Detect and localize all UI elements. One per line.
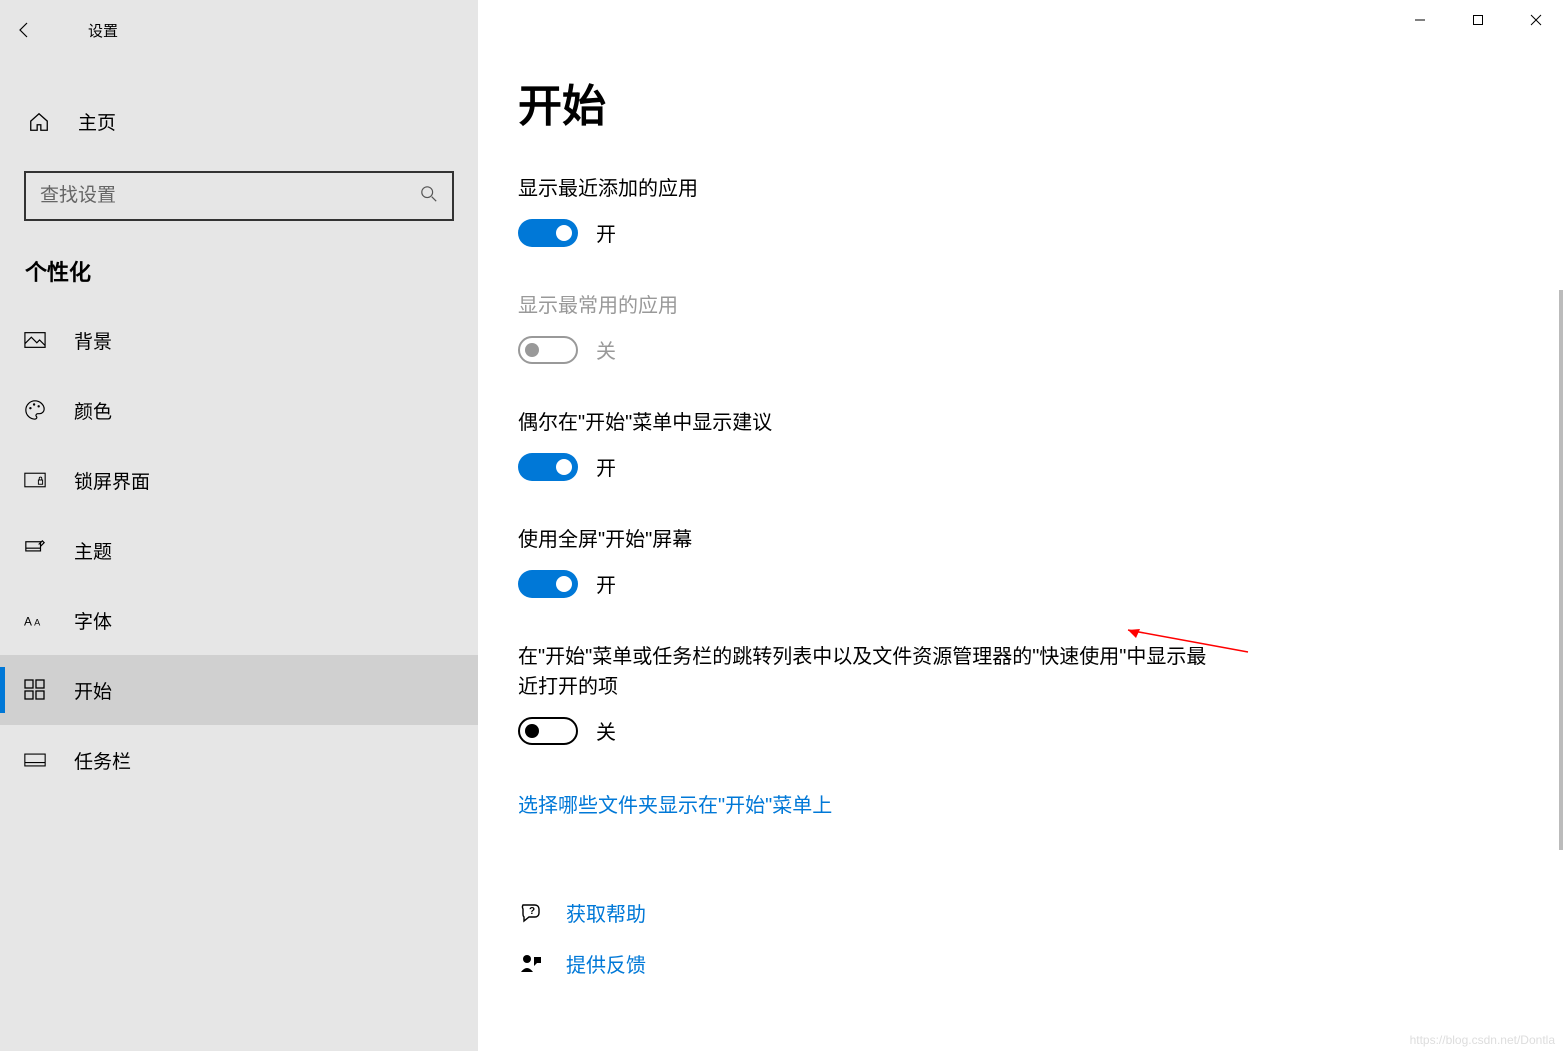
toggle-state-text: 关: [596, 716, 616, 745]
font-icon: AA: [24, 611, 46, 629]
toggle-recent-apps[interactable]: [518, 219, 578, 247]
sidebar-item-start[interactable]: 开始: [0, 655, 478, 725]
sidebar-item-label: 锁屏界面: [74, 467, 150, 494]
setting-recent-apps: 显示最近添加的应用 开: [518, 174, 1218, 247]
setting-label: 显示最常用的应用: [518, 291, 1218, 321]
setting-label: 使用全屏"开始"屏幕: [518, 525, 1218, 555]
maximize-button[interactable]: [1449, 0, 1507, 40]
toggle-state-text: 开: [596, 452, 616, 481]
sidebar-item-label: 开始: [74, 677, 112, 704]
home-icon: [28, 111, 50, 133]
setting-label: 偶尔在"开始"菜单中显示建议: [518, 408, 1218, 438]
toggle-state-text: 开: [596, 569, 616, 598]
svg-text:A: A: [34, 618, 41, 628]
search-box[interactable]: [24, 171, 454, 221]
sidebar-item-fonts[interactable]: AA 字体: [0, 585, 478, 655]
help-icon: ?: [518, 901, 544, 925]
picture-icon: [24, 331, 46, 349]
get-help-row[interactable]: ? 获取帮助: [518, 898, 1525, 927]
sidebar-item-taskbar[interactable]: 任务栏: [0, 725, 478, 795]
help-section: ? 获取帮助 提供反馈: [518, 898, 1525, 978]
svg-text:A: A: [24, 615, 32, 629]
section-header: 个性化: [0, 245, 478, 305]
scrollbar[interactable]: [1559, 290, 1563, 850]
nav-home-label: 主页: [78, 108, 116, 135]
search-input[interactable]: [40, 185, 420, 207]
toggle-most-used: [518, 336, 578, 364]
lockscreen-icon: [24, 471, 46, 489]
close-button[interactable]: [1507, 0, 1565, 40]
start-icon: [24, 679, 46, 701]
sidebar-item-colors[interactable]: 颜色: [0, 375, 478, 445]
taskbar-icon: [24, 752, 46, 768]
toggle-state-text: 开: [596, 218, 616, 247]
setting-label: 在"开始"菜单或任务栏的跳转列表中以及文件资源管理器的"快速使用"中显示最近打开…: [518, 642, 1218, 702]
toggle-recent-items[interactable]: [518, 717, 578, 745]
sidebar-item-label: 颜色: [74, 397, 112, 424]
sidebar-item-label: 主题: [74, 537, 112, 564]
setting-suggestions: 偶尔在"开始"菜单中显示建议 开: [518, 408, 1218, 481]
nav-home[interactable]: 主页: [0, 90, 478, 153]
brush-icon: [24, 539, 46, 561]
toggle-fullscreen[interactable]: [518, 570, 578, 598]
sidebar-item-label: 背景: [74, 327, 112, 354]
folders-link[interactable]: 选择哪些文件夹显示在"开始"菜单上: [518, 789, 1525, 818]
toggle-state-text: 关: [596, 335, 616, 364]
feedback-label: 提供反馈: [566, 949, 646, 978]
palette-icon: [24, 399, 46, 421]
search-icon: [420, 185, 438, 208]
sidebar-item-lockscreen[interactable]: 锁屏界面: [0, 445, 478, 515]
sidebar-item-themes[interactable]: 主题: [0, 515, 478, 585]
window-title: 设置: [88, 20, 118, 41]
setting-fullscreen: 使用全屏"开始"屏幕 开: [518, 525, 1218, 598]
setting-label: 显示最近添加的应用: [518, 174, 1218, 204]
watermark: https://blog.csdn.net/Dontla: [1410, 1033, 1555, 1047]
toggle-suggestions[interactable]: [518, 453, 578, 481]
svg-text:?: ?: [529, 906, 535, 917]
sidebar-item-label: 任务栏: [74, 747, 131, 774]
back-button[interactable]: [0, 20, 50, 40]
feedback-row[interactable]: 提供反馈: [518, 949, 1525, 978]
minimize-button[interactable]: [1391, 0, 1449, 40]
sidebar: 设置 主页 个性化 背景 颜色 锁屏界面 主题: [0, 0, 478, 1051]
get-help-label: 获取帮助: [566, 898, 646, 927]
setting-most-used: 显示最常用的应用 关: [518, 291, 1218, 364]
sidebar-item-label: 字体: [74, 607, 112, 634]
page-title: 开始: [518, 70, 1525, 134]
window-controls: [1391, 0, 1565, 40]
titlebar: 设置: [0, 10, 478, 50]
setting-recent-items: 在"开始"菜单或任务栏的跳转列表中以及文件资源管理器的"快速使用"中显示最近打开…: [518, 642, 1218, 745]
main-content: 开始 显示最近添加的应用 开 显示最常用的应用 关 偶尔在"开始"菜单中显示建议…: [478, 0, 1565, 1051]
feedback-icon: [518, 952, 544, 976]
sidebar-item-background[interactable]: 背景: [0, 305, 478, 375]
